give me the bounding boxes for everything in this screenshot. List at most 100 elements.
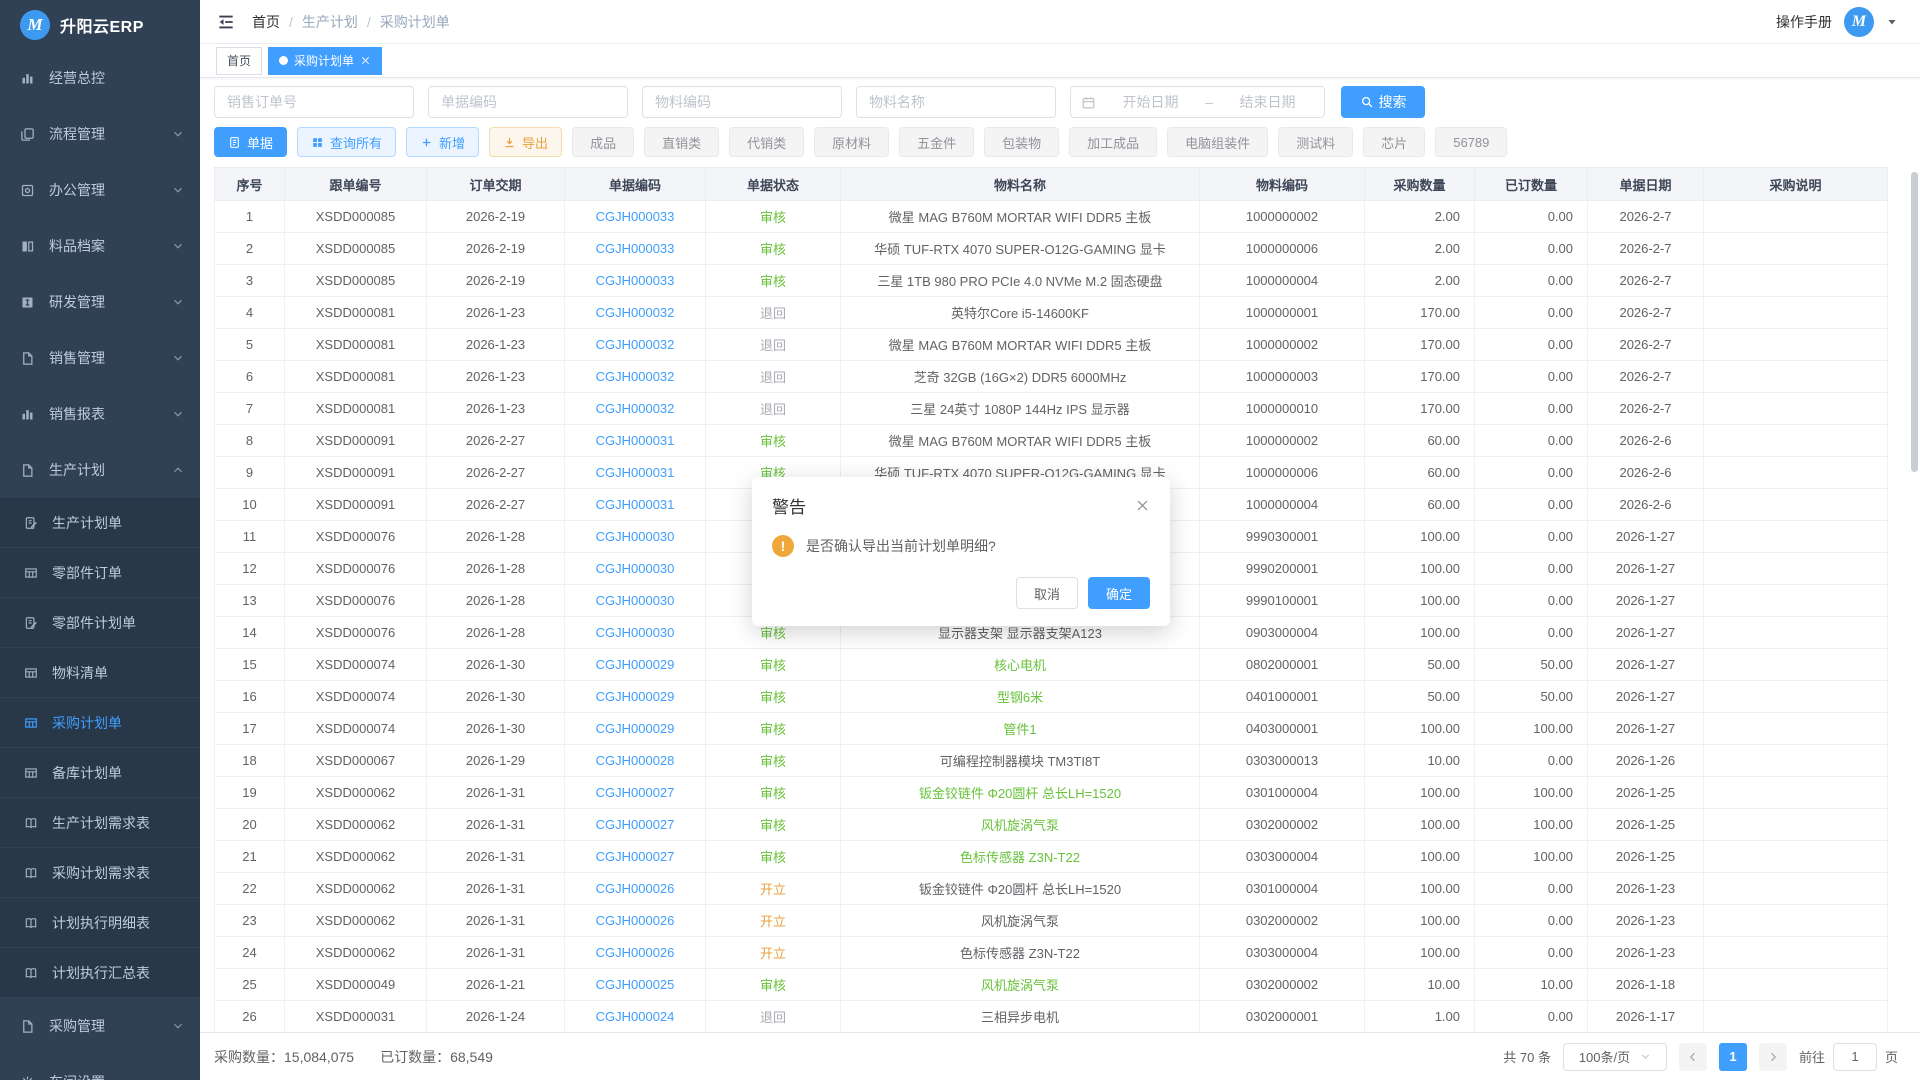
doc-code-link[interactable]: CGJH000025 — [596, 977, 675, 992]
sidebar-item-备库计划单[interactable]: 备库计划单 — [0, 748, 200, 798]
doc-code-link[interactable]: CGJH000032 — [596, 369, 675, 384]
sidebar-item-计划执行汇总表[interactable]: 计划执行汇总表 — [0, 948, 200, 998]
cancel-button[interactable]: 取消 — [1016, 577, 1078, 609]
sidebar-item-销售管理[interactable]: 销售管理 — [0, 330, 200, 386]
sidebar-item-采购管理[interactable]: 采购管理 — [0, 998, 200, 1054]
doc-code-link[interactable]: CGJH000026 — [596, 945, 675, 960]
sidebar-item-生产计划[interactable]: 生产计划 — [0, 442, 200, 498]
cell-material-name: 芝奇 32GB (16G×2) DDR5 6000MHz — [841, 361, 1200, 393]
category-button-包装物[interactable]: 包装物 — [984, 127, 1059, 157]
cell-seq: 7 — [215, 393, 285, 425]
doc-code-link[interactable]: CGJH000031 — [596, 465, 675, 480]
tab-采购计划单[interactable]: 采购计划单 — [268, 47, 382, 75]
tab-首页[interactable]: 首页 — [216, 47, 262, 75]
close-icon[interactable] — [1135, 498, 1150, 513]
doc-code-link[interactable]: CGJH000027 — [596, 817, 675, 832]
doc-code-link[interactable]: CGJH000030 — [596, 593, 675, 608]
sidebar-item-生产计划单[interactable]: 生产计划单 — [0, 498, 200, 548]
cell-order-no: XSDD000091 — [285, 425, 427, 457]
cell-material-name: 英特尔Core i5-14600KF — [841, 297, 1200, 329]
sidebar-item-采购计划单[interactable]: 采购计划单 — [0, 698, 200, 748]
prev-page-button[interactable] — [1679, 1043, 1707, 1071]
category-button-代销类[interactable]: 代销类 — [729, 127, 804, 157]
date-range-picker[interactable]: 开始日期 – 结束日期 — [1070, 86, 1325, 118]
confirm-button[interactable]: 确定 — [1088, 577, 1150, 609]
sidebar-item-经营总控[interactable]: 经营总控 — [0, 50, 200, 106]
toolbar-button-导出[interactable]: 导出 — [489, 127, 562, 157]
search-button[interactable]: 搜索 — [1341, 86, 1425, 118]
doc-code-link[interactable]: CGJH000033 — [596, 273, 675, 288]
breadcrumb-item-首页[interactable]: 首页 — [252, 12, 280, 32]
sidebar-item-计划执行明细表[interactable]: 计划执行明细表 — [0, 898, 200, 948]
category-button-五金件[interactable]: 五金件 — [899, 127, 974, 157]
doc-code-link[interactable]: CGJH000024 — [596, 1009, 675, 1024]
sidebar-item-销售报表[interactable]: 销售报表 — [0, 386, 200, 442]
filter-input-销售订单号[interactable] — [214, 86, 414, 118]
doc-code-link[interactable]: CGJH000026 — [596, 881, 675, 896]
sidebar-item-办公管理[interactable]: 办公管理 — [0, 162, 200, 218]
sidebar-item-零部件订单[interactable]: 零部件订单 — [0, 548, 200, 598]
doc-code-link[interactable]: CGJH000030 — [596, 625, 675, 640]
sidebar-item-采购计划需求表[interactable]: 采购计划需求表 — [0, 848, 200, 898]
doc-code-link[interactable]: CGJH000032 — [596, 337, 675, 352]
next-page-button[interactable] — [1759, 1043, 1787, 1071]
toolbar-button-单据[interactable]: 单据 — [214, 127, 287, 157]
submenu-生产计划: 生产计划单零部件订单零部件计划单物料清单采购计划单备库计划单生产计划需求表采购计… — [0, 498, 200, 998]
doc-code-link[interactable]: CGJH000032 — [596, 305, 675, 320]
doc-code-link[interactable]: CGJH000027 — [596, 849, 675, 864]
page-size-select[interactable]: 100条/页 — [1563, 1043, 1667, 1071]
doc-code-link[interactable]: CGJH000033 — [596, 209, 675, 224]
sidebar-item-流程管理[interactable]: 流程管理 — [0, 106, 200, 162]
category-button-电脑组装件[interactable]: 电脑组装件 — [1167, 127, 1268, 157]
cell-purchase-qty: 2.00 — [1365, 233, 1475, 265]
sidebar-item-研发管理[interactable]: 研发管理 — [0, 274, 200, 330]
doc-code-link[interactable]: CGJH000030 — [596, 561, 675, 576]
breadcrumb-item-生产计划[interactable]: 生产计划 — [302, 12, 358, 32]
cell-due-date: 2026-2-27 — [427, 425, 565, 457]
category-button-芯片[interactable]: 芯片 — [1363, 127, 1425, 157]
cell-order-no: XSDD000085 — [285, 265, 427, 297]
sidebar-item-零部件计划单[interactable]: 零部件计划单 — [0, 598, 200, 648]
sidebar-item-料品档案[interactable]: 料品档案 — [0, 218, 200, 274]
cell-due-date: 2026-1-31 — [427, 937, 565, 969]
category-button-56789[interactable]: 56789 — [1435, 127, 1507, 157]
cell-seq: 5 — [215, 329, 285, 361]
status-badge: 审核 — [760, 626, 786, 641]
cell-purchase-qty: 100.00 — [1365, 553, 1475, 585]
manual-link[interactable]: 操作手册 — [1776, 12, 1832, 32]
doc-code-link[interactable]: CGJH000030 — [596, 529, 675, 544]
category-button-成品[interactable]: 成品 — [572, 127, 634, 157]
doc-code-link[interactable]: CGJH000029 — [596, 657, 675, 672]
doc-code-link[interactable]: CGJH000029 — [596, 689, 675, 704]
doc-code-link[interactable]: CGJH000027 — [596, 785, 675, 800]
table-scrollbar-thumb[interactable] — [1911, 172, 1918, 472]
category-button-测试料[interactable]: 测试料 — [1278, 127, 1353, 157]
goto-page-input[interactable] — [1833, 1043, 1877, 1071]
filter-input-物料名称[interactable] — [856, 86, 1056, 118]
doc-code-link[interactable]: CGJH000032 — [596, 401, 675, 416]
sidebar-item-车间设置[interactable]: 车间设置 — [0, 1054, 200, 1080]
sidebar-item-生产计划需求表[interactable]: 生产计划需求表 — [0, 798, 200, 848]
page-number-1[interactable]: 1 — [1719, 1043, 1747, 1071]
cell-doc-date: 2026-1-27 — [1588, 553, 1704, 585]
doc-code-link[interactable]: CGJH000026 — [596, 913, 675, 928]
pagination: 共 70 条 100条/页 1 前往 页 — [1503, 1043, 1898, 1071]
hamburger-icon[interactable] — [216, 12, 236, 32]
category-button-加工成品[interactable]: 加工成品 — [1069, 127, 1157, 157]
filter-input-单据编码[interactable] — [428, 86, 628, 118]
cell-doc-date: 2026-1-23 — [1588, 905, 1704, 937]
doc-code-link[interactable]: CGJH000031 — [596, 497, 675, 512]
doc-code-link[interactable]: CGJH000033 — [596, 241, 675, 256]
doc-code-link[interactable]: CGJH000029 — [596, 721, 675, 736]
doc-code-link[interactable]: CGJH000031 — [596, 433, 675, 448]
caret-down-icon[interactable] — [1886, 16, 1898, 28]
toolbar-button-新增[interactable]: 新增 — [406, 127, 479, 157]
sidebar-item-物料清单[interactable]: 物料清单 — [0, 648, 200, 698]
avatar[interactable]: M — [1844, 7, 1874, 37]
doc-code-link[interactable]: CGJH000028 — [596, 753, 675, 768]
sidebar-item-label: 采购管理 — [49, 1016, 105, 1036]
category-button-原材料[interactable]: 原材料 — [814, 127, 889, 157]
filter-input-物料编码[interactable] — [642, 86, 842, 118]
toolbar-button-查询所有[interactable]: 查询所有 — [297, 127, 396, 157]
category-button-直销类[interactable]: 直销类 — [644, 127, 719, 157]
